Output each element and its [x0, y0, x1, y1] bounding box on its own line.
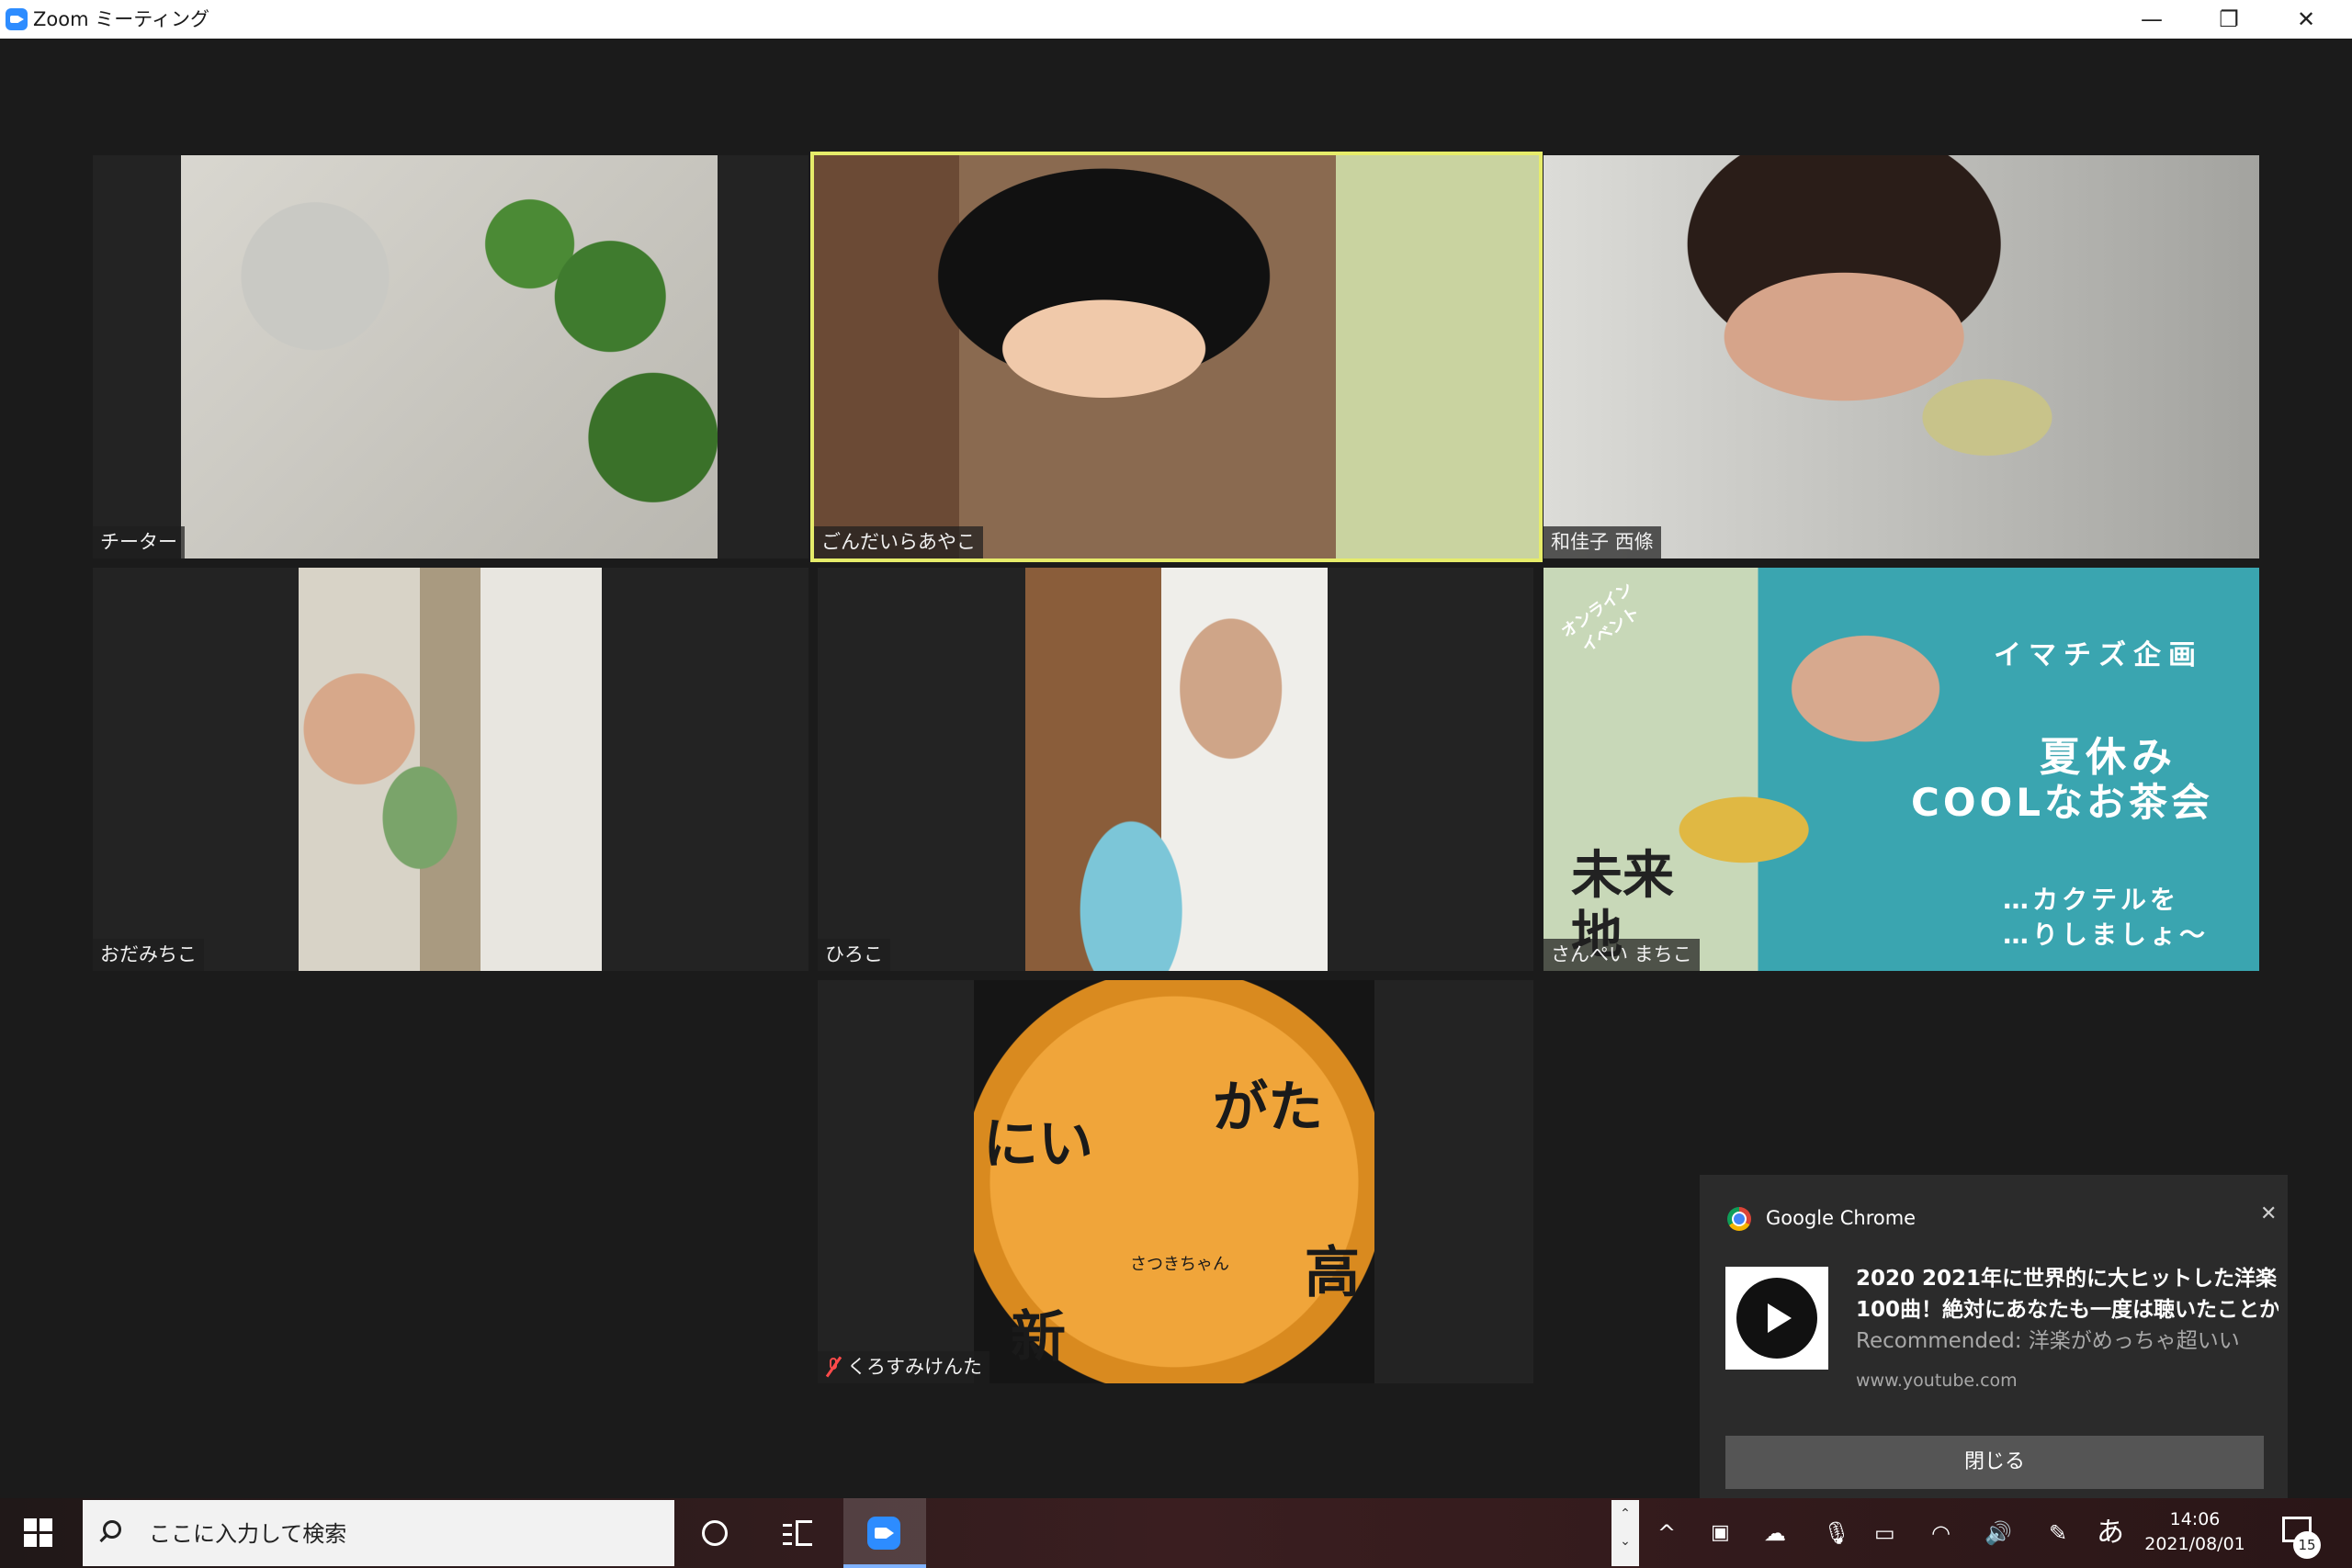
participant-tile-2-active-speaker[interactable]: ごんだいらあやこ: [810, 152, 1543, 562]
participant-tile-1[interactable]: チーター: [93, 155, 808, 558]
participant-video: オンライン イベント イマチズ企画 夏休み COOLなお茶会 …カクテルを …り…: [1544, 568, 2259, 971]
participant-tile-4[interactable]: おだみちこ: [93, 568, 808, 971]
close-button[interactable]: ✕: [2267, 0, 2345, 39]
participant-name: おだみちこ: [93, 939, 204, 971]
poster-line4: …りしましょ〜: [2003, 919, 2210, 950]
participant-name: 和佳子 西條: [1544, 526, 1661, 558]
notification-headline[interactable]: 2020 2021年に世界的に大ヒットした洋楽 100曲！絶対にあなたも一度は聴…: [1856, 1263, 2278, 1325]
participant-tile-5[interactable]: ひろこ: [818, 568, 1533, 971]
zoom-app-icon: [6, 8, 28, 30]
seal-mascot-label: さつきちゃん: [1130, 1255, 1229, 1274]
window-title: Zoom ミーティング: [33, 8, 209, 30]
minimize-button[interactable]: —: [2113, 0, 2190, 39]
search-icon: [103, 1520, 121, 1539]
participant-video: [814, 155, 1539, 558]
participant-video: [181, 155, 718, 558]
chrome-notification[interactable]: Google Chrome ✕ 2020 2021年に世界的に大ヒットした洋楽 …: [1700, 1175, 2288, 1518]
microphone-icon[interactable]: 🎙: [1823, 1515, 1850, 1551]
tray-chevron-icon[interactable]: ^: [1657, 1515, 1676, 1551]
taskbar-search-box[interactable]: ここに入力して検索: [83, 1500, 674, 1566]
chrome-icon: [1727, 1207, 1751, 1231]
pen-icon[interactable]: ✎: [2049, 1515, 2067, 1551]
notification-app-name: Google Chrome: [1766, 1207, 1917, 1229]
poster-line3: …カクテルを: [2003, 885, 2180, 915]
clock-time: 14:06: [2169, 1509, 2221, 1529]
restore-button[interactable]: ❐: [2190, 0, 2267, 39]
notification-close-icon[interactable]: ✕: [2260, 1202, 2277, 1225]
participant-tile-7[interactable]: にい がた 新 高 さつきちゃん くろすみけんた: [818, 980, 1533, 1383]
participant-name: ひろこ: [818, 939, 890, 971]
notification-count-badge: 15: [2293, 1531, 2321, 1559]
taskbar-zoom-app[interactable]: [843, 1498, 926, 1568]
seal-text-2: がた: [1213, 1076, 1323, 1140]
participant-tile-3[interactable]: 和佳子 西條: [1544, 155, 2259, 558]
taskbar-scroll-buttons[interactable]: ⌃ ⌄: [1611, 1500, 1639, 1566]
participant-video: [1544, 155, 2259, 558]
title-bar: Zoom ミーティング — ❐ ✕: [0, 0, 2352, 39]
poster-event-tag: オンライン イベント: [1557, 579, 1644, 658]
mic-muted-icon: [825, 1357, 842, 1377]
meet-now-icon[interactable]: ▣: [1711, 1515, 1730, 1551]
wifi-icon[interactable]: ◠: [1931, 1515, 1951, 1551]
volume-icon[interactable]: 🔊: [1984, 1515, 2012, 1551]
participant-name: くろすみけんた: [818, 1351, 989, 1383]
cortana-icon[interactable]: [702, 1520, 728, 1546]
participant-tile-6[interactable]: オンライン イベント イマチズ企画 夏休み COOLなお茶会 …カクテルを …り…: [1544, 568, 2259, 971]
notification-recommended: Recommended: 洋楽がめっちゃ超いい: [1856, 1329, 2240, 1353]
gallery-view: チーター ごんだいらあやこ 和佳子 西條 おだみちこ ひろこ オンライン イベン…: [0, 39, 2352, 1518]
seal-text-1: にい: [983, 1112, 1093, 1177]
taskbar-clock[interactable]: 14:06 2021/08/01: [2137, 1507, 2253, 1557]
notification-close-button[interactable]: 閉じる: [1725, 1436, 2264, 1489]
notification-thumbnail: [1725, 1267, 1828, 1370]
ime-indicator[interactable]: あ: [2097, 1515, 2124, 1551]
participant-name: ごんだいらあやこ: [814, 526, 983, 558]
participant-profile-image: にい がた 新 高 さつきちゃん: [974, 980, 1374, 1383]
taskbar: ここに入力して検索 ⌃ ⌄ ^ ▣ ☁ 🎙 ▭ ◠ 🔊 ✎ あ 14:06 20…: [0, 1498, 2352, 1568]
poster-line2: COOLなお茶会: [1911, 780, 2213, 825]
windows-start-icon[interactable]: [24, 1518, 53, 1548]
participant-name: チーター: [93, 526, 185, 558]
clock-date: 2021/08/01: [2144, 1534, 2245, 1554]
task-view-icon[interactable]: [783, 1520, 812, 1546]
zoom-app-icon: [867, 1517, 900, 1550]
onedrive-icon[interactable]: ☁: [1764, 1515, 1786, 1551]
battery-icon[interactable]: ▭: [1874, 1515, 1895, 1551]
play-icon: [1736, 1278, 1817, 1359]
participant-name: さんぺい まちこ: [1544, 939, 1700, 971]
notification-url: www.youtube.com: [1856, 1371, 2018, 1391]
participant-video: [1025, 568, 1328, 971]
participant-video: [299, 568, 602, 971]
search-placeholder: ここに入力して検索: [149, 1521, 347, 1547]
poster-org: イマチズ企画: [1994, 639, 2203, 671]
